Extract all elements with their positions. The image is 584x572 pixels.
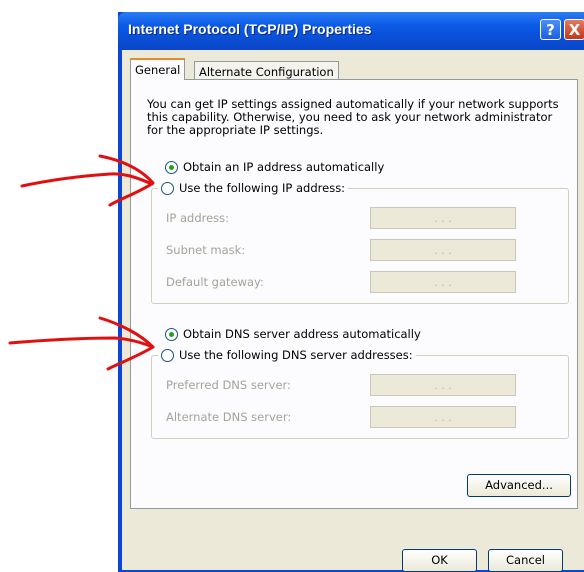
- ip-manual-label: Use the following IP address:: [179, 181, 346, 195]
- subnet-mask-label: Subnet mask:: [166, 243, 246, 257]
- preferred-dns-label: Preferred DNS server:: [166, 378, 291, 392]
- alternate-dns-input[interactable]: . . .: [370, 406, 516, 428]
- dialog-client-area: General Alternate Configuration You can …: [122, 50, 584, 572]
- ip-manual-option[interactable]: Use the following IP address:: [158, 181, 349, 195]
- ip-auto-label: Obtain an IP address automatically: [183, 160, 385, 174]
- cancel-button[interactable]: Cancel: [488, 549, 563, 572]
- dns-auto-option[interactable]: Obtain DNS server address automatically: [165, 327, 421, 341]
- dns-manual-label: Use the following DNS server addresses:: [179, 348, 413, 362]
- general-tab-panel: You can get IP settings assigned automat…: [130, 79, 578, 509]
- tab-alternate-configuration[interactable]: Alternate Configuration: [194, 61, 339, 80]
- dns-server-group: Use the following DNS server addresses: …: [151, 348, 569, 439]
- dns-manual-radio[interactable]: [161, 348, 174, 362]
- ip-address-group: Use the following IP address: IP address…: [151, 181, 569, 304]
- dns-auto-radio[interactable]: [165, 327, 178, 341]
- tab-general[interactable]: General: [130, 58, 186, 80]
- ip-address-value: . . .: [434, 211, 452, 225]
- subnet-mask-value: . . .: [434, 243, 452, 257]
- ok-button[interactable]: OK: [402, 549, 477, 572]
- dns-manual-option[interactable]: Use the following DNS server addresses:: [158, 348, 416, 362]
- dialog-window: Internet Protocol (TCP/IP) Properties ? …: [118, 12, 584, 572]
- default-gateway-value: . . .: [434, 275, 452, 289]
- preferred-dns-value: . . .: [434, 378, 452, 392]
- help-button[interactable]: ?: [540, 19, 561, 40]
- alternate-dns-value: . . .: [434, 410, 452, 424]
- ip-address-label: IP address:: [166, 211, 230, 225]
- ip-manual-radio[interactable]: [161, 181, 174, 195]
- advanced-button[interactable]: Advanced...: [467, 474, 571, 497]
- dns-auto-label: Obtain DNS server address automatically: [183, 327, 421, 341]
- ip-address-input[interactable]: . . .: [370, 207, 516, 229]
- preferred-dns-input[interactable]: . . .: [370, 374, 516, 396]
- ip-auto-radio[interactable]: [165, 160, 178, 174]
- default-gateway-label: Default gateway:: [166, 275, 264, 289]
- ip-auto-option[interactable]: Obtain an IP address automatically: [165, 160, 384, 174]
- window-title: Internet Protocol (TCP/IP) Properties: [128, 21, 372, 37]
- title-bar[interactable]: Internet Protocol (TCP/IP) Properties ? …: [118, 12, 584, 50]
- intro-text: You can get IP settings assigned automat…: [147, 97, 559, 137]
- alternate-dns-label: Alternate DNS server:: [166, 410, 292, 424]
- subnet-mask-input[interactable]: . . .: [370, 239, 516, 261]
- close-icon: X: [568, 21, 581, 39]
- question-mark-icon: ?: [546, 21, 555, 39]
- close-button[interactable]: X: [564, 19, 584, 40]
- default-gateway-input[interactable]: . . .: [370, 271, 516, 293]
